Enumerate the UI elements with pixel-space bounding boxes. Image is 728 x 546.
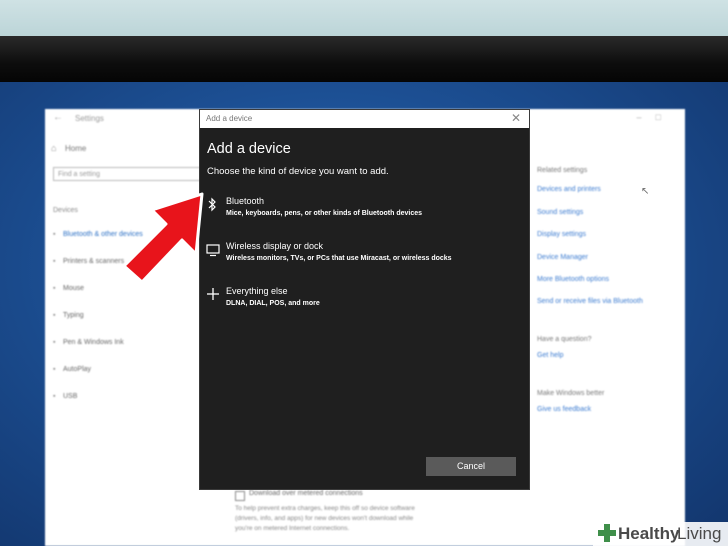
home-icon: ⌂ — [51, 143, 57, 153]
sidebar-item-label: Mouse — [63, 285, 85, 292]
nav-home-label: Home — [65, 144, 87, 153]
dialog-heading: Add a device — [207, 141, 291, 157]
link-devices-printers[interactable]: Devices and printers — [537, 186, 601, 193]
metered-desc-line: you're on metered Internet connections. — [235, 525, 350, 532]
option-desc: DLNA, DIAL, POS, and more — [226, 300, 320, 307]
metered-checkbox[interactable] — [235, 491, 245, 501]
link-get-help[interactable]: Get help — [537, 352, 563, 359]
sidebar-item-typing[interactable]: ▪ Typing — [53, 312, 84, 319]
link-sound-settings[interactable]: Sound settings — [537, 209, 583, 216]
sidebar-item-autoplay[interactable]: ▪ AutoPlay — [53, 366, 91, 373]
mouse-cursor-icon: ↖ — [641, 186, 650, 197]
option-label: Everything else — [226, 286, 288, 296]
settings-title: Settings — [75, 114, 104, 123]
bluetooth-nav-icon: ▪ — [53, 231, 56, 238]
watermark-bold: Healthy — [618, 524, 680, 543]
watermark-light: Living — [677, 524, 722, 543]
cancel-button[interactable]: Cancel — [426, 457, 516, 476]
option-everything-else[interactable]: Everything else DLNA, DIAL, POS, and mor… — [200, 286, 529, 320]
sidebar-item-label: Printers & scanners — [63, 258, 125, 265]
link-device-manager[interactable]: Device Manager — [537, 254, 588, 261]
option-desc: Wireless monitors, TVs, or PCs that use … — [226, 255, 452, 262]
search-input[interactable]: Find a setting — [53, 167, 201, 181]
dialog-titlebar-text: Add a device — [206, 114, 253, 123]
health-cross-icon — [598, 524, 616, 542]
keyboard-icon: ▪ — [53, 312, 56, 319]
option-label: Wireless display or dock — [226, 241, 324, 251]
sidebar-item-label: USB — [63, 393, 78, 400]
related-settings-heading: Related settings — [537, 167, 588, 174]
question-heading: Have a question? — [537, 336, 592, 343]
monitor-bezel — [0, 36, 728, 83]
printer-icon: ▪ — [53, 258, 56, 265]
close-icon[interactable]: ✕ — [511, 111, 521, 125]
better-heading: Make Windows better — [537, 390, 605, 397]
usb-icon: ▪ — [53, 393, 56, 400]
option-desc: Mice, keyboards, pens, or other kinds of… — [226, 210, 423, 217]
metered-label: Download over metered connections — [249, 490, 363, 497]
watermark: Healthy Living — [593, 522, 728, 546]
background-sky — [0, 0, 728, 36]
link-feedback[interactable]: Give us feedback — [537, 406, 591, 413]
metered-desc-line: To help prevent extra charges, keep this… — [235, 505, 415, 512]
sidebar-item-usb[interactable]: ▪ USB — [53, 393, 77, 400]
sidebar-item-printers[interactable]: ▪ Printers & scanners — [53, 258, 124, 265]
sidebar-item-pen[interactable]: ▪ Pen & Windows Ink — [53, 339, 124, 346]
add-device-dialog: Add a device ✕ Add a device Choose the k… — [199, 109, 530, 490]
window-controls[interactable]: –□ — [637, 112, 675, 122]
sidebar-item-label: Pen & Windows Ink — [63, 339, 124, 346]
sidebar-item-mouse[interactable]: ▪ Mouse — [53, 285, 84, 292]
mouse-icon: ▪ — [53, 285, 56, 292]
metered-desc-line: (drivers, info, and apps) for new device… — [235, 515, 414, 522]
option-bluetooth[interactable]: Bluetooth Mice, keyboards, pens, or othe… — [200, 196, 529, 230]
option-label: Bluetooth — [226, 196, 265, 206]
dialog-subheading: Choose the kind of device you want to ad… — [207, 166, 389, 177]
pen-icon: ▪ — [53, 339, 56, 346]
link-more-bluetooth[interactable]: More Bluetooth options — [537, 276, 609, 283]
sidebar-item-label: Typing — [63, 312, 84, 319]
autoplay-icon: ▪ — [53, 366, 56, 373]
back-arrow-icon[interactable]: ← — [53, 112, 63, 123]
plus-icon — [206, 287, 220, 306]
sidebar-item-label: AutoPlay — [63, 366, 92, 373]
red-arrow-icon — [122, 192, 204, 284]
option-wireless-display[interactable]: Wireless display or dock Wireless monito… — [200, 241, 529, 275]
link-display-settings[interactable]: Display settings — [537, 231, 586, 238]
nav-section-devices: Devices — [53, 207, 78, 214]
dialog-titlebar: Add a device ✕ — [200, 110, 529, 128]
link-send-receive-files[interactable]: Send or receive files via Bluetooth — [537, 298, 643, 305]
